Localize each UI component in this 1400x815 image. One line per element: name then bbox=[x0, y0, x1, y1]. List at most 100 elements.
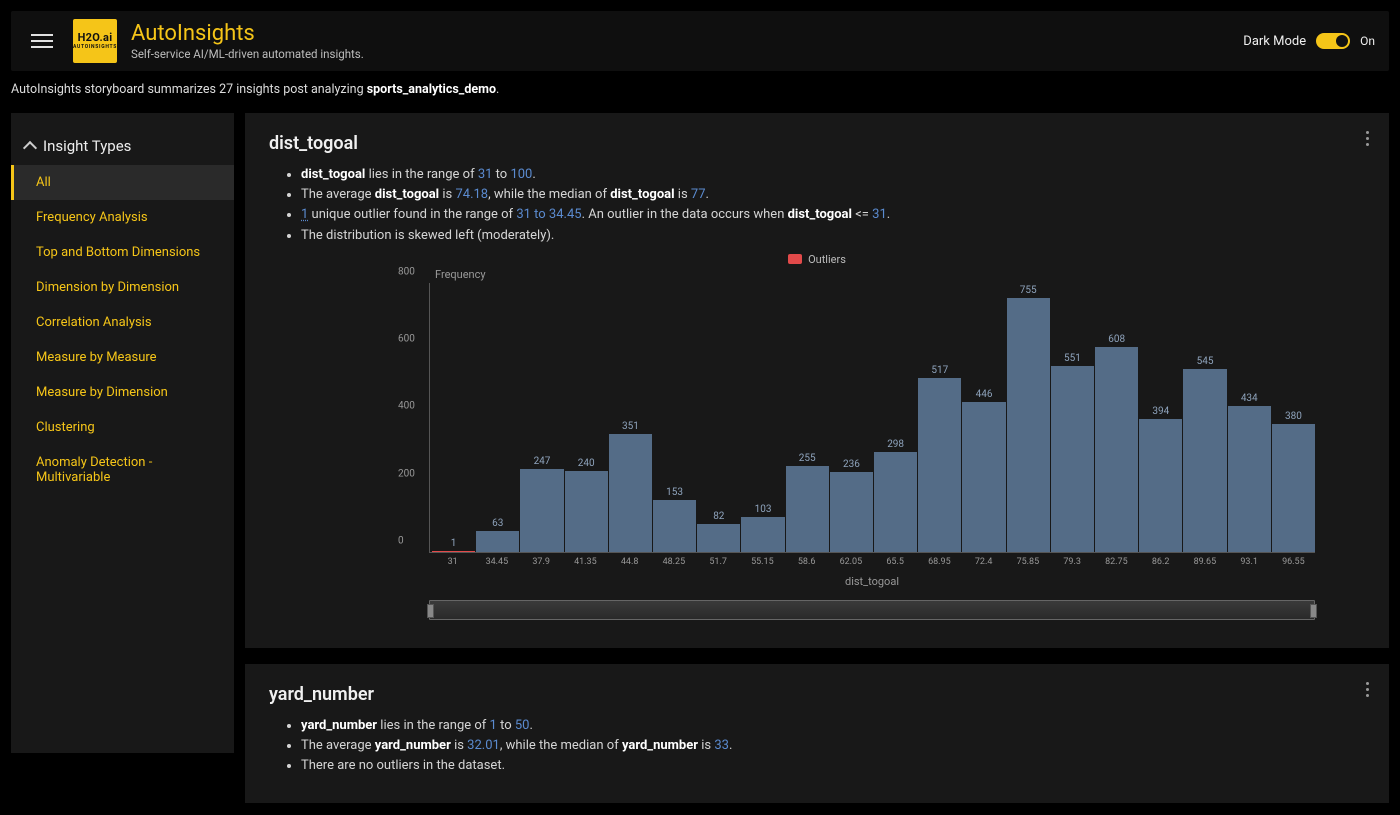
bar bbox=[1183, 369, 1226, 552]
sidebar-heading[interactable]: Insight Types bbox=[11, 127, 234, 165]
chevron-up-icon bbox=[23, 141, 37, 155]
summary-dataset: sports_analytics_demo bbox=[367, 82, 496, 97]
bar-column[interactable]: 63 bbox=[476, 283, 519, 552]
menu-icon[interactable] bbox=[25, 28, 59, 54]
bar-column[interactable]: 103 bbox=[741, 283, 784, 552]
x-tick: 55.15 bbox=[741, 553, 784, 567]
bar bbox=[1228, 406, 1271, 552]
chart-container: Frequency 163247240351153821032552362985… bbox=[429, 268, 1315, 620]
sidebar-items: AllFrequency AnalysisTop and Bottom Dime… bbox=[11, 165, 234, 495]
bar-column[interactable]: 434 bbox=[1228, 283, 1271, 552]
x-tick: 44.8 bbox=[608, 553, 651, 567]
x-tick: 72.4 bbox=[962, 553, 1005, 567]
bar-column[interactable]: 247 bbox=[520, 283, 563, 552]
bar-value-label: 545 bbox=[1197, 356, 1214, 367]
x-tick: 86.2 bbox=[1139, 553, 1182, 567]
x-tick: 37.9 bbox=[520, 553, 563, 567]
insight-bullet: dist_togoal lies in the range of 31 to 1… bbox=[301, 166, 1365, 184]
y-tick: 800 bbox=[398, 266, 415, 277]
insight-card-yard-number: yard_number yard_number lies in the rang… bbox=[245, 664, 1389, 804]
bar-column[interactable]: 394 bbox=[1139, 283, 1182, 552]
bar-column[interactable]: 236 bbox=[830, 283, 873, 552]
bar bbox=[786, 466, 829, 552]
sidebar-item[interactable]: Anomaly Detection - Multivariable bbox=[11, 445, 234, 495]
bar-column[interactable]: 1 bbox=[432, 283, 475, 552]
bar-column[interactable]: 255 bbox=[786, 283, 829, 552]
x-tick: 51.7 bbox=[697, 553, 740, 567]
bar-column[interactable]: 446 bbox=[962, 283, 1005, 552]
x-tick: 96.55 bbox=[1272, 553, 1315, 567]
y-tick: 400 bbox=[398, 401, 415, 412]
insight-bullet: There are no outliers in the dataset. bbox=[301, 757, 1365, 775]
bar-column[interactable]: 608 bbox=[1095, 283, 1138, 552]
bar-value-label: 517 bbox=[931, 365, 948, 376]
bar-value-label: 446 bbox=[976, 389, 993, 400]
chart-bars: 1 63247240 351 153 82103 255 236 298 517 446 75555… bbox=[432, 283, 1315, 552]
x-axis-label: dist_togoal bbox=[429, 575, 1315, 588]
card-menu-icon[interactable] bbox=[1362, 127, 1373, 150]
y-tick: 200 bbox=[398, 468, 415, 479]
x-tick: 89.65 bbox=[1183, 553, 1226, 567]
insight-bullet: The distribution is skewed left (moderat… bbox=[301, 227, 1365, 245]
bar-value-label: 380 bbox=[1285, 411, 1302, 422]
sidebar-item[interactable]: Measure by Dimension bbox=[11, 375, 234, 410]
sidebar-item[interactable]: All bbox=[11, 165, 234, 200]
bar-column[interactable]: 82 bbox=[697, 283, 740, 552]
y-tick: 0 bbox=[398, 535, 404, 546]
main-content: dist_togoal dist_togoal lies in the rang… bbox=[245, 113, 1389, 803]
chart-range-scrubber[interactable] bbox=[429, 600, 1315, 620]
chart-legend: Outliers bbox=[269, 253, 1365, 266]
bar-column[interactable]: 380 bbox=[1272, 283, 1315, 552]
sidebar-item[interactable]: Frequency Analysis bbox=[11, 200, 234, 235]
sidebar-item[interactable]: Correlation Analysis bbox=[11, 305, 234, 340]
bar-column[interactable]: 240 bbox=[565, 283, 608, 552]
chart-plot[interactable]: 1 63247240 351 153 82103 255 236 298 517 446 75555… bbox=[429, 283, 1315, 553]
x-tick: 79.3 bbox=[1051, 553, 1094, 567]
bar-value-label: 255 bbox=[799, 453, 816, 464]
dark-mode-toggle[interactable] bbox=[1316, 33, 1350, 49]
bar-column[interactable]: 517 bbox=[918, 283, 961, 552]
sidebar-item[interactable]: Top and Bottom Dimensions bbox=[11, 235, 234, 270]
bar bbox=[653, 500, 696, 551]
x-tick: 68.95 bbox=[918, 553, 961, 567]
bar-value-label: 153 bbox=[666, 487, 683, 498]
x-tick: 65.5 bbox=[874, 553, 917, 567]
legend-label: Outliers bbox=[808, 253, 846, 266]
dark-mode-state: On bbox=[1360, 34, 1375, 48]
sidebar-item[interactable]: Measure by Measure bbox=[11, 340, 234, 375]
x-tick: 62.05 bbox=[829, 553, 872, 567]
bar bbox=[697, 524, 740, 552]
logo-text-2: AUTOINSIGHTS bbox=[73, 45, 117, 50]
bar-column[interactable]: 545 bbox=[1183, 283, 1226, 552]
bar-column[interactable]: 298 bbox=[874, 283, 917, 552]
bar-value-label: 1 bbox=[451, 538, 457, 549]
insight-card-dist-togoal: dist_togoal dist_togoal lies in the rang… bbox=[245, 113, 1389, 648]
bar bbox=[1007, 298, 1050, 552]
bar-column[interactable]: 551 bbox=[1051, 283, 1094, 552]
x-tick: 34.45 bbox=[475, 553, 518, 567]
bar-column[interactable]: 755 bbox=[1007, 283, 1050, 552]
insight-bullets: yard_number lies in the range of 1 to 50… bbox=[269, 717, 1365, 776]
bar bbox=[1139, 419, 1182, 551]
sidebar-item[interactable]: Clustering bbox=[11, 410, 234, 445]
y-tick: 600 bbox=[398, 334, 415, 345]
bar-column[interactable]: 153 bbox=[653, 283, 696, 552]
header-right: Dark Mode On bbox=[1243, 33, 1375, 49]
bar-value-label: 351 bbox=[622, 421, 639, 432]
sidebar-item[interactable]: Dimension by Dimension bbox=[11, 270, 234, 305]
x-axis-ticks: 3134.4537.941.3544.848.2551.755.1558.662… bbox=[431, 553, 1315, 567]
bar-value-label: 298 bbox=[887, 439, 904, 450]
x-tick: 82.75 bbox=[1095, 553, 1138, 567]
bar bbox=[1095, 347, 1138, 551]
insight-bullet: yard_number lies in the range of 1 to 50… bbox=[301, 717, 1365, 735]
insight-bullets: dist_togoal lies in the range of 31 to 1… bbox=[269, 166, 1365, 245]
top-bar: H2O.ai AUTOINSIGHTS AutoInsights Self-se… bbox=[11, 11, 1389, 71]
bar-column[interactable]: 351 bbox=[609, 283, 652, 552]
app-subtitle: Self-service AI/ML-driven automated insi… bbox=[131, 47, 364, 61]
x-tick: 93.1 bbox=[1228, 553, 1271, 567]
bar bbox=[962, 402, 1005, 552]
bar bbox=[874, 452, 917, 552]
bar bbox=[741, 517, 784, 552]
card-menu-icon[interactable] bbox=[1362, 678, 1373, 701]
bar bbox=[1272, 424, 1315, 552]
